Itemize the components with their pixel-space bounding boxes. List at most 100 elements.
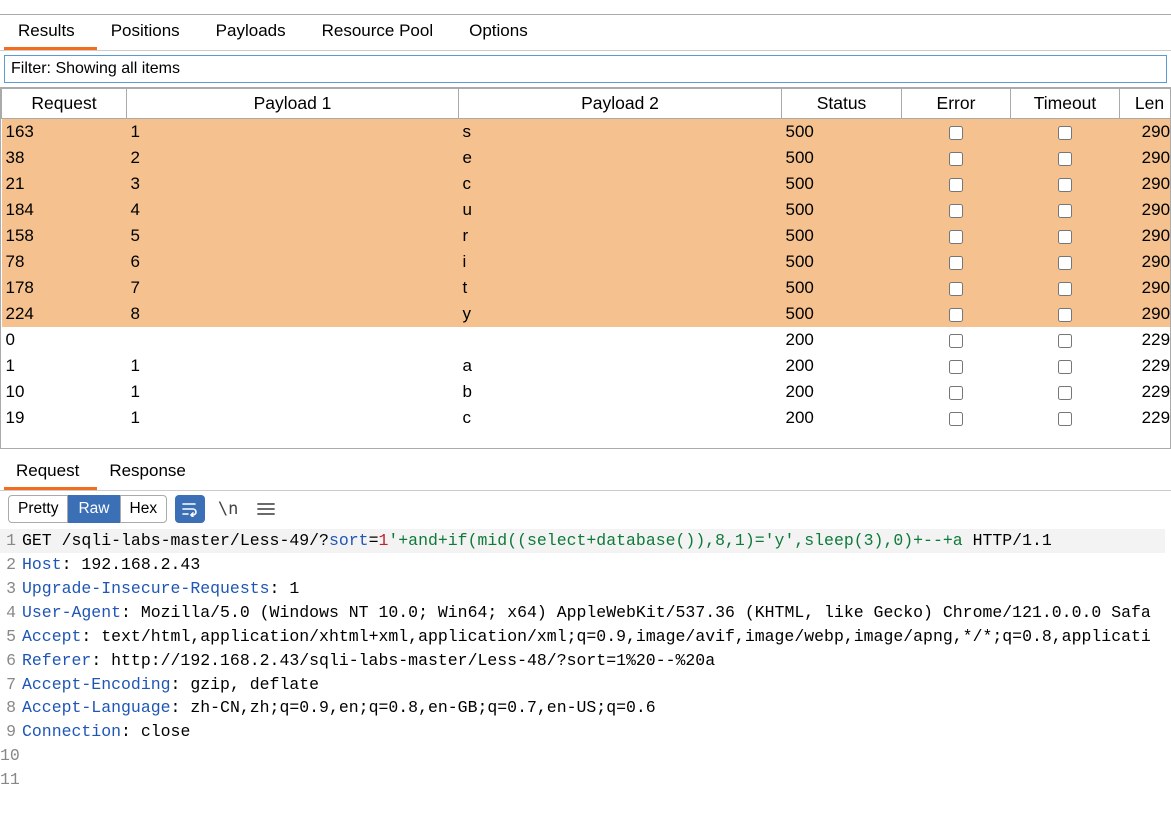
col-length[interactable]: Len bbox=[1120, 89, 1171, 119]
col-timeout[interactable]: Timeout bbox=[1011, 89, 1120, 119]
cell-payload1: 1 bbox=[127, 379, 459, 405]
tab-resource-pool[interactable]: Resource Pool bbox=[308, 15, 456, 50]
table-row[interactable]: 1844u5002909 bbox=[2, 197, 1171, 223]
hamburger-icon[interactable] bbox=[251, 495, 281, 523]
error-checkbox[interactable] bbox=[949, 412, 963, 426]
col-payload1[interactable]: Payload 1 bbox=[127, 89, 459, 119]
cell-payload1: 2 bbox=[127, 145, 459, 171]
cell-payload1: 3 bbox=[127, 171, 459, 197]
col-request[interactable]: Request bbox=[2, 89, 127, 119]
col-payload2[interactable]: Payload 2 bbox=[459, 89, 782, 119]
error-checkbox[interactable] bbox=[949, 334, 963, 348]
tab-positions[interactable]: Positions bbox=[97, 15, 202, 50]
cell-timeout bbox=[1011, 353, 1120, 379]
error-checkbox[interactable] bbox=[949, 360, 963, 374]
cell-error bbox=[902, 327, 1011, 353]
table-row[interactable]: 786i5002909 bbox=[2, 249, 1171, 275]
error-checkbox[interactable] bbox=[949, 256, 963, 270]
table-row[interactable]: 2248y5002909 bbox=[2, 301, 1171, 327]
cell-timeout bbox=[1011, 379, 1120, 405]
cell-timeout bbox=[1011, 119, 1120, 146]
error-checkbox[interactable] bbox=[949, 386, 963, 400]
cell-timeout bbox=[1011, 301, 1120, 327]
cell-length: 2909 bbox=[1120, 301, 1171, 327]
cell-length: 2909 bbox=[1120, 275, 1171, 301]
cell-error bbox=[902, 275, 1011, 301]
format-hex-button[interactable]: Hex bbox=[120, 495, 168, 523]
cell-request: 178 bbox=[2, 275, 127, 301]
table-row[interactable]: 11a2002292 bbox=[2, 353, 1171, 379]
table-row[interactable]: 1787t500 2909 bbox=[2, 275, 1171, 301]
col-status[interactable]: Status bbox=[782, 89, 902, 119]
tab-options[interactable]: Options bbox=[455, 15, 550, 50]
cell-timeout bbox=[1011, 145, 1120, 171]
cell-payload1: 7 bbox=[127, 275, 459, 301]
cell-error bbox=[902, 353, 1011, 379]
cell-timeout bbox=[1011, 249, 1120, 275]
cell-status: 200 bbox=[782, 379, 902, 405]
timeout-checkbox[interactable] bbox=[1058, 308, 1072, 322]
cell-length: 2909 bbox=[1120, 223, 1171, 249]
timeout-checkbox[interactable] bbox=[1058, 412, 1072, 426]
table-row[interactable]: 191c2002292 bbox=[2, 405, 1171, 431]
cell-status: 200 bbox=[782, 353, 902, 379]
cell-status: 500 bbox=[782, 275, 902, 301]
tab-results[interactable]: Results bbox=[4, 15, 97, 50]
error-checkbox[interactable] bbox=[949, 126, 963, 140]
timeout-checkbox[interactable] bbox=[1058, 334, 1072, 348]
error-checkbox[interactable] bbox=[949, 204, 963, 218]
timeout-checkbox[interactable] bbox=[1058, 282, 1072, 296]
filter-text: Filter: Showing all items bbox=[11, 60, 180, 77]
subtab-response[interactable]: Response bbox=[97, 455, 204, 490]
table-row[interactable]: 213c5002909 bbox=[2, 171, 1171, 197]
cell-length: 2292 bbox=[1120, 379, 1171, 405]
cell-length: 2292 bbox=[1120, 353, 1171, 379]
cell-length: 2909 bbox=[1120, 171, 1171, 197]
error-checkbox[interactable] bbox=[949, 152, 963, 166]
cell-error bbox=[902, 301, 1011, 327]
timeout-checkbox[interactable] bbox=[1058, 204, 1072, 218]
timeout-checkbox[interactable] bbox=[1058, 386, 1072, 400]
table-row[interactable]: 101b2002292 bbox=[2, 379, 1171, 405]
cell-request: 78 bbox=[2, 249, 127, 275]
error-checkbox[interactable] bbox=[949, 308, 963, 322]
timeout-checkbox[interactable] bbox=[1058, 256, 1072, 270]
cell-payload2: t bbox=[459, 275, 782, 301]
tab-payloads[interactable]: Payloads bbox=[202, 15, 308, 50]
cell-payload1: 1 bbox=[127, 405, 459, 431]
timeout-checkbox[interactable] bbox=[1058, 152, 1072, 166]
cell-length: 2909 bbox=[1120, 197, 1171, 223]
format-pretty-button[interactable]: Pretty bbox=[8, 495, 68, 523]
format-raw-button[interactable]: Raw bbox=[68, 495, 119, 523]
col-error[interactable]: Error bbox=[902, 89, 1011, 119]
subtab-request[interactable]: Request bbox=[4, 455, 97, 490]
cell-payload1: 6 bbox=[127, 249, 459, 275]
cell-error bbox=[902, 145, 1011, 171]
cell-payload2: u bbox=[459, 197, 782, 223]
format-toolbar: Pretty Raw Hex \n bbox=[0, 491, 1171, 527]
timeout-checkbox[interactable] bbox=[1058, 230, 1072, 244]
cell-payload2: s bbox=[459, 119, 782, 146]
cell-error bbox=[902, 223, 1011, 249]
error-checkbox[interactable] bbox=[949, 282, 963, 296]
newline-icon[interactable]: \n bbox=[213, 495, 243, 523]
table-row[interactable]: 1631s5002909 bbox=[2, 119, 1171, 146]
table-row[interactable]: 1585r5002909 bbox=[2, 223, 1171, 249]
cell-payload1: 5 bbox=[127, 223, 459, 249]
timeout-checkbox[interactable] bbox=[1058, 178, 1072, 192]
request-editor[interactable]: 1GET /sqli-labs-master/Less-49/?sort=1'+… bbox=[0, 527, 1171, 792]
cell-status: 500 bbox=[782, 197, 902, 223]
error-checkbox[interactable] bbox=[949, 178, 963, 192]
wrap-toggle-icon[interactable] bbox=[175, 495, 205, 523]
cell-request: 1 bbox=[2, 353, 127, 379]
cell-request: 224 bbox=[2, 301, 127, 327]
error-checkbox[interactable] bbox=[949, 230, 963, 244]
cell-timeout bbox=[1011, 197, 1120, 223]
table-row[interactable]: 02002292 bbox=[2, 327, 1171, 353]
cell-request: 158 bbox=[2, 223, 127, 249]
timeout-checkbox[interactable] bbox=[1058, 360, 1072, 374]
cell-status: 500 bbox=[782, 145, 902, 171]
table-row[interactable]: 382e5002909 bbox=[2, 145, 1171, 171]
timeout-checkbox[interactable] bbox=[1058, 126, 1072, 140]
filter-bar[interactable]: Filter: Showing all items bbox=[4, 55, 1167, 83]
